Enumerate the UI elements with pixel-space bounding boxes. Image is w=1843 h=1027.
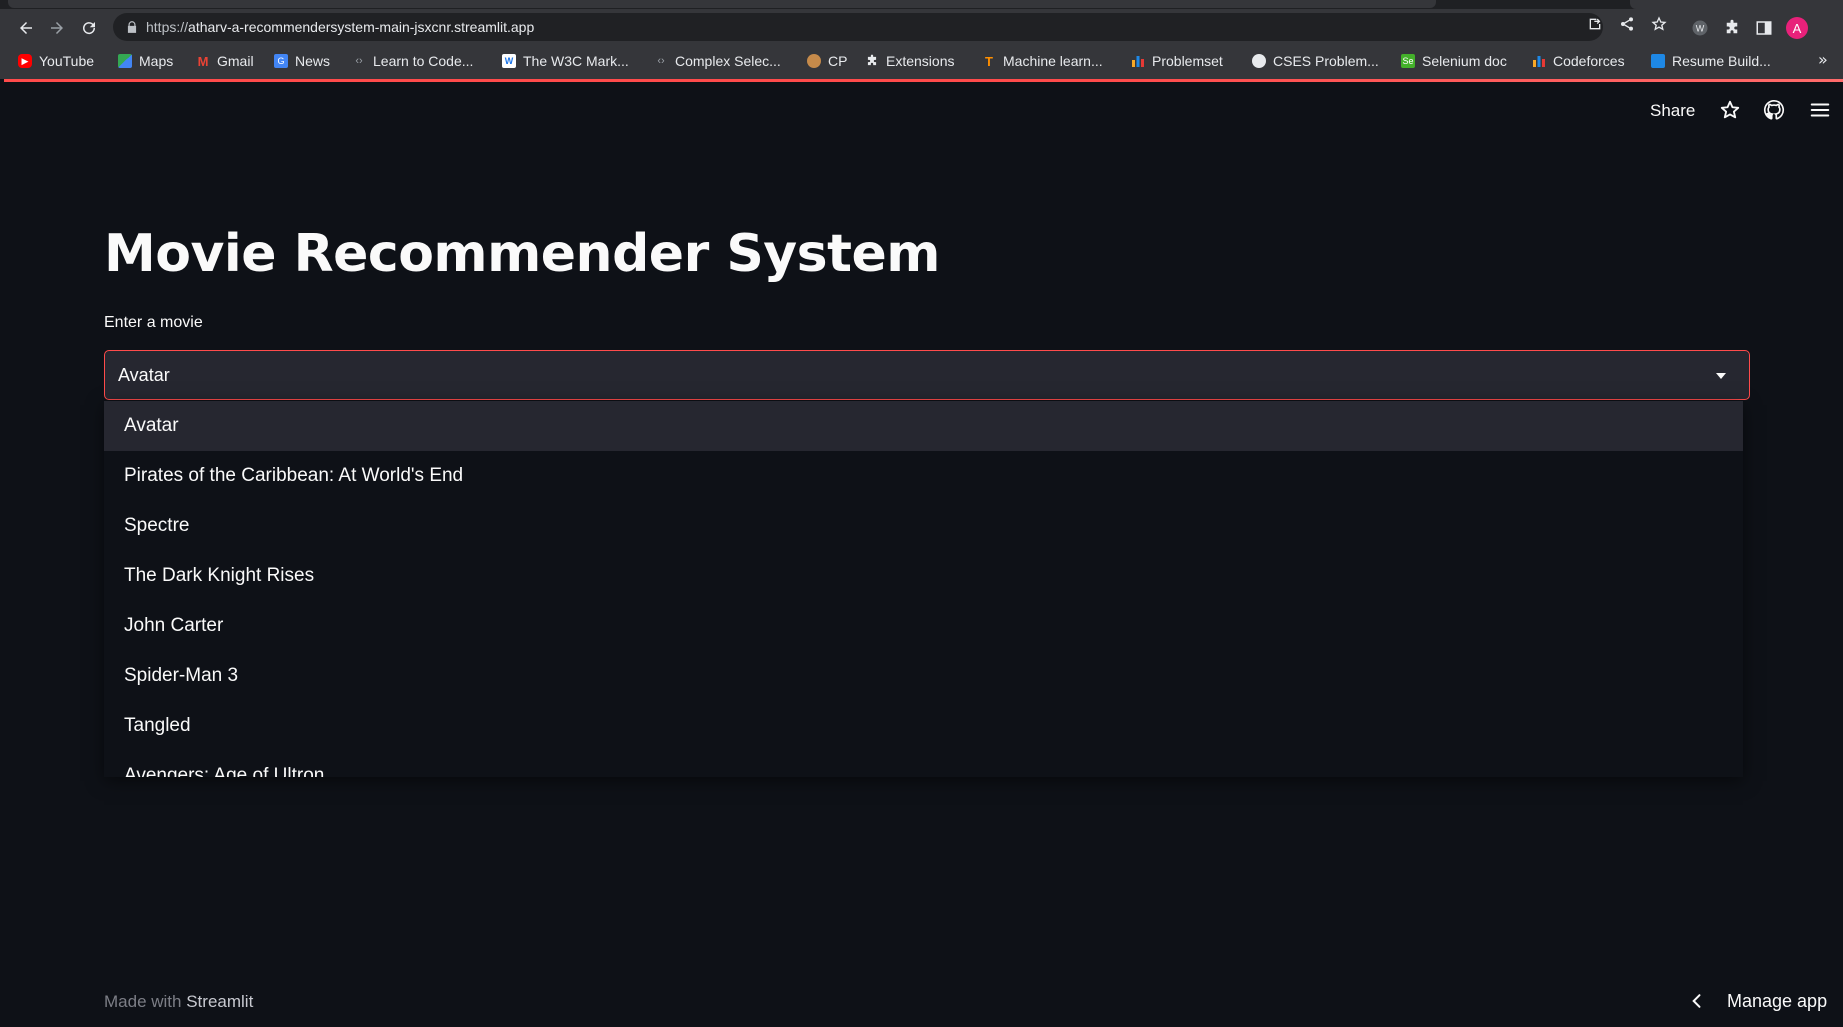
chevron-down-icon[interactable] xyxy=(1713,368,1729,384)
resume-icon xyxy=(1651,54,1665,68)
bookmark-learn-to-code[interactable]: ‹› Learn to Code... xyxy=(352,51,473,71)
code-icon: ‹› xyxy=(657,55,665,67)
lock-icon[interactable] xyxy=(125,20,139,34)
bookmark-selenium[interactable]: Se Selenium doc xyxy=(1401,51,1507,71)
profile-avatar[interactable]: A xyxy=(1786,17,1808,39)
bookmarks-bar: ▶ YouTube Maps M Gmail G News ‹› Learn to Co… xyxy=(0,44,1843,79)
bookmark-maps[interactable]: Maps xyxy=(118,51,173,71)
codeforces-icon xyxy=(1532,54,1546,68)
dropdown-option[interactable]: Avatar xyxy=(104,401,1743,451)
dropdown-option[interactable]: The Dark Knight Rises xyxy=(104,551,1743,601)
bookmark-codeforces[interactable]: Codeforces xyxy=(1532,51,1625,71)
manage-app-label: Manage app xyxy=(1727,990,1828,1011)
footer-made-with: Made with Streamlit xyxy=(104,992,254,1011)
browser-tab[interactable] xyxy=(1630,0,1843,9)
streamlit-link[interactable]: Streamlit xyxy=(186,992,253,1011)
wordtune-extension-icon[interactable]: W xyxy=(1690,18,1710,38)
bookmarks-overflow-button[interactable]: » xyxy=(1818,50,1828,69)
bookmark-resume-builder[interactable]: Resume Build... xyxy=(1651,51,1771,71)
bookmark-machine-learning[interactable]: T Machine learn... xyxy=(982,51,1103,71)
back-icon[interactable] xyxy=(15,17,37,39)
bookmark-star-icon[interactable] xyxy=(1651,16,1667,32)
manage-app-button[interactable]: Manage app xyxy=(1687,988,1827,1014)
bookmark-w3c-markup[interactable]: W The W3C Mark... xyxy=(502,51,629,71)
codeforces-icon xyxy=(1131,54,1145,68)
dropdown-option[interactable]: John Carter xyxy=(104,601,1743,651)
movie-select[interactable]: Avatar xyxy=(104,350,1750,400)
bookmark-news[interactable]: G News xyxy=(274,51,330,71)
code-icon: ‹› xyxy=(355,55,363,67)
dropdown-option[interactable]: Pirates of the Caribbean: At World's End xyxy=(104,451,1743,501)
url-text[interactable]: https://atharv-a-recommendersystem-main-… xyxy=(146,19,534,35)
bookmark-cp[interactable]: CP xyxy=(807,51,847,71)
reload-icon[interactable] xyxy=(78,17,100,39)
page-title: Movie Recommender System xyxy=(104,224,940,284)
browser-active-tab[interactable] xyxy=(8,0,1436,8)
bookmark-complex-selectors[interactable]: ‹› Complex Selec... xyxy=(654,51,781,71)
extensions-puzzle-icon[interactable] xyxy=(1722,18,1742,38)
star-icon[interactable] xyxy=(1718,98,1742,122)
dropdown-option[interactable]: Spectre xyxy=(104,501,1743,551)
address-bar[interactable]: https://atharv-a-recommendersystem-main-… xyxy=(113,13,1603,41)
dropdown-option[interactable]: Avengers: Age of Ultron xyxy=(104,751,1743,777)
youtube-icon: ▶ xyxy=(18,54,32,68)
github-icon[interactable] xyxy=(1762,98,1786,122)
share-button[interactable]: Share xyxy=(1650,101,1695,121)
movie-select-label: Enter a movie xyxy=(104,314,203,331)
svg-text:W: W xyxy=(1696,23,1705,33)
dropdown-option[interactable]: Spider-Man 3 xyxy=(104,651,1743,701)
maps-icon xyxy=(118,54,132,68)
tensorflow-icon: T xyxy=(985,53,993,69)
bookmark-problemset[interactable]: Problemset xyxy=(1131,51,1223,71)
side-panel-icon[interactable] xyxy=(1754,18,1774,38)
install-app-icon[interactable] xyxy=(1587,16,1603,32)
selenium-icon: Se xyxy=(1401,54,1415,68)
browser-tab-strip xyxy=(0,0,1843,9)
cp-icon xyxy=(807,54,821,68)
bookmark-gmail[interactable]: M Gmail xyxy=(196,51,254,71)
movie-options-dropdown[interactable]: Avatar Pirates of the Caribbean: At Worl… xyxy=(104,401,1743,777)
bookmark-cses[interactable]: CSES Problem... xyxy=(1252,51,1379,71)
gmail-icon: M xyxy=(197,53,209,69)
w3c-icon: W xyxy=(502,54,516,68)
forward-icon[interactable] xyxy=(46,17,68,39)
hamburger-menu-icon[interactable] xyxy=(1808,98,1832,122)
bookmark-youtube[interactable]: ▶ YouTube xyxy=(18,51,94,71)
globe-icon xyxy=(1252,54,1266,68)
movie-select-value[interactable]: Avatar xyxy=(118,365,170,386)
dropdown-option[interactable]: Tangled xyxy=(104,701,1743,751)
app-main: Share Movie Recommender System Enter a m… xyxy=(0,82,1843,1027)
bookmark-extensions[interactable]: Extensions xyxy=(865,51,954,71)
browser-toolbar: https://atharv-a-recommendersystem-main-… xyxy=(0,9,1843,44)
puzzle-icon xyxy=(865,54,879,68)
chevron-left-icon xyxy=(1692,994,1701,1008)
news-icon: G xyxy=(274,54,288,68)
share-page-icon[interactable] xyxy=(1619,16,1635,32)
